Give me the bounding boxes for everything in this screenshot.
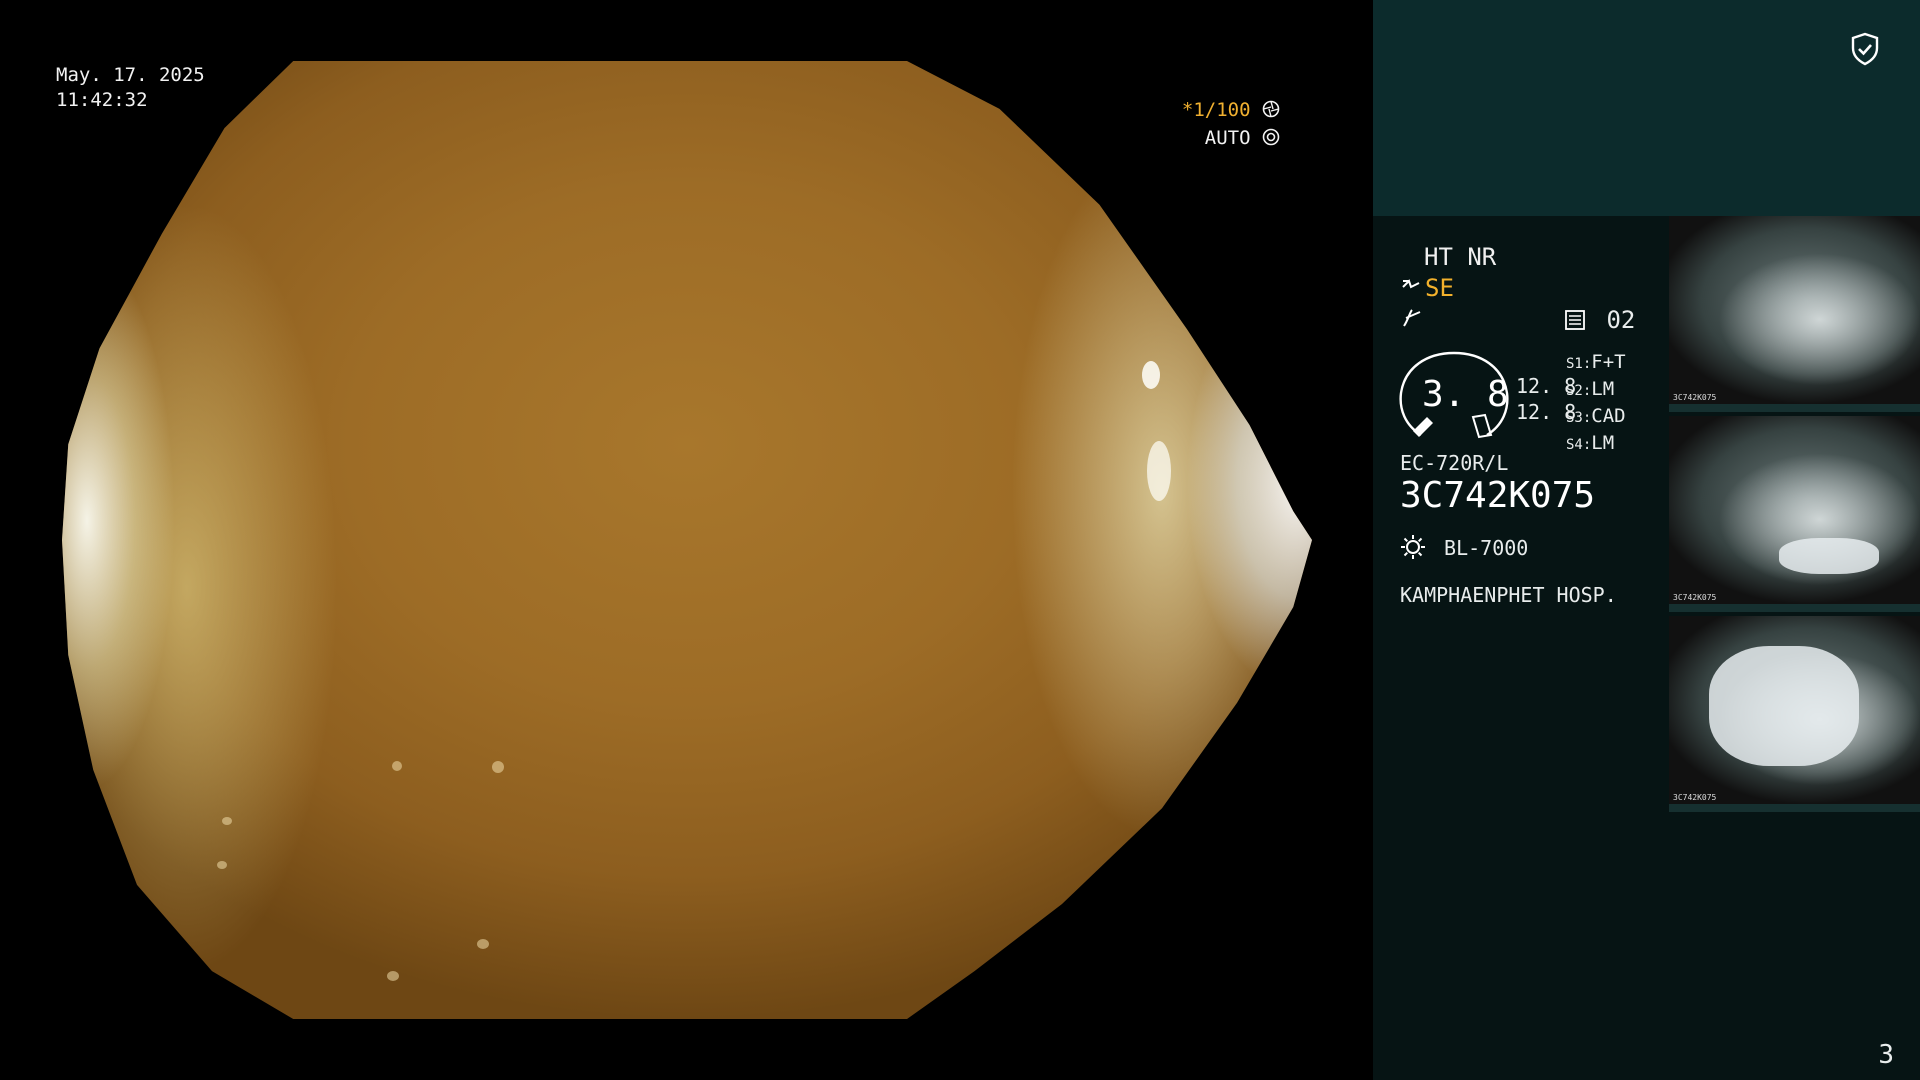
shutter-text: *1/100 bbox=[1181, 99, 1251, 121]
thumbnail-image bbox=[1669, 216, 1920, 404]
dial-value: 3. 8 bbox=[1422, 374, 1509, 415]
channel-text: 02 bbox=[1606, 306, 1636, 334]
speck bbox=[217, 861, 227, 869]
hospital-name: KAMPHAENPHET HOSP. bbox=[1400, 583, 1617, 607]
speck bbox=[392, 761, 402, 771]
slot-s1: S1:F+T bbox=[1566, 351, 1626, 373]
se-indicator: SE bbox=[1402, 274, 1454, 302]
switch-assignments: S1:F+T S2:LM S3:CAD S4:LM bbox=[1566, 350, 1626, 458]
thumbnail-bar bbox=[1669, 404, 1920, 412]
time-text: 11:42:32 bbox=[56, 89, 148, 111]
info-panel-header bbox=[1373, 0, 1920, 216]
aperture-icon bbox=[1262, 100, 1280, 118]
shield-check-icon bbox=[1851, 32, 1879, 66]
speck bbox=[477, 939, 489, 949]
slot-s4: S4:LM bbox=[1566, 432, 1615, 454]
light-source: BL-7000 bbox=[1400, 534, 1528, 560]
speck bbox=[387, 971, 399, 981]
thumbnail-label: 3C742K075 bbox=[1673, 793, 1717, 802]
thumbnail-image bbox=[1669, 416, 1920, 604]
endoscope-image bbox=[62, 61, 1312, 1019]
speck bbox=[1032, 971, 1066, 1001]
thumbnail-bar bbox=[1669, 604, 1920, 612]
speck bbox=[222, 817, 232, 825]
scope-model: EC-720R/L bbox=[1400, 451, 1509, 475]
scope-serial: 3C742K075 bbox=[1400, 475, 1596, 516]
channel-indicator: 02 bbox=[1564, 306, 1635, 334]
slot-s3: S3:CAD bbox=[1566, 405, 1626, 427]
thumbnail-3[interactable]: 3C742K075 bbox=[1669, 616, 1920, 812]
slot-s2: S2:LM bbox=[1566, 378, 1615, 400]
se-text: SE bbox=[1425, 274, 1454, 302]
thumbnail-2[interactable]: 3C742K075 bbox=[1669, 416, 1920, 612]
iris-icon bbox=[1262, 128, 1280, 146]
highlight bbox=[1147, 441, 1171, 501]
menu-list-icon bbox=[1565, 310, 1585, 330]
page-number: 3 bbox=[1878, 1040, 1894, 1070]
shutter-indicator: *1/100 bbox=[1182, 99, 1280, 121]
thumbnail-label: 3C742K075 bbox=[1673, 393, 1717, 402]
sun-icon bbox=[1401, 535, 1425, 559]
auto-iris-indicator: AUTO bbox=[1205, 127, 1280, 149]
date-text: May. 17. 2025 bbox=[56, 64, 205, 86]
speck bbox=[492, 761, 504, 773]
enhance-icon bbox=[1402, 279, 1420, 289]
thumbnail-label: 3C742K075 bbox=[1673, 593, 1717, 602]
glove-shape bbox=[1709, 646, 1859, 766]
glove-shape bbox=[1779, 538, 1879, 574]
endoscope-view bbox=[62, 61, 1312, 1019]
mode-label: HT NR bbox=[1424, 243, 1497, 271]
highlight bbox=[1142, 361, 1160, 389]
thumbnail-1[interactable]: 3C742K075 bbox=[1669, 216, 1920, 412]
wave-icon bbox=[1402, 306, 1424, 334]
light-source-text: BL-7000 bbox=[1444, 536, 1529, 560]
thumbnail-bar bbox=[1669, 804, 1920, 812]
datetime-display: May. 17. 2025 11:42:32 bbox=[56, 63, 205, 113]
auto-text: AUTO bbox=[1204, 127, 1251, 149]
